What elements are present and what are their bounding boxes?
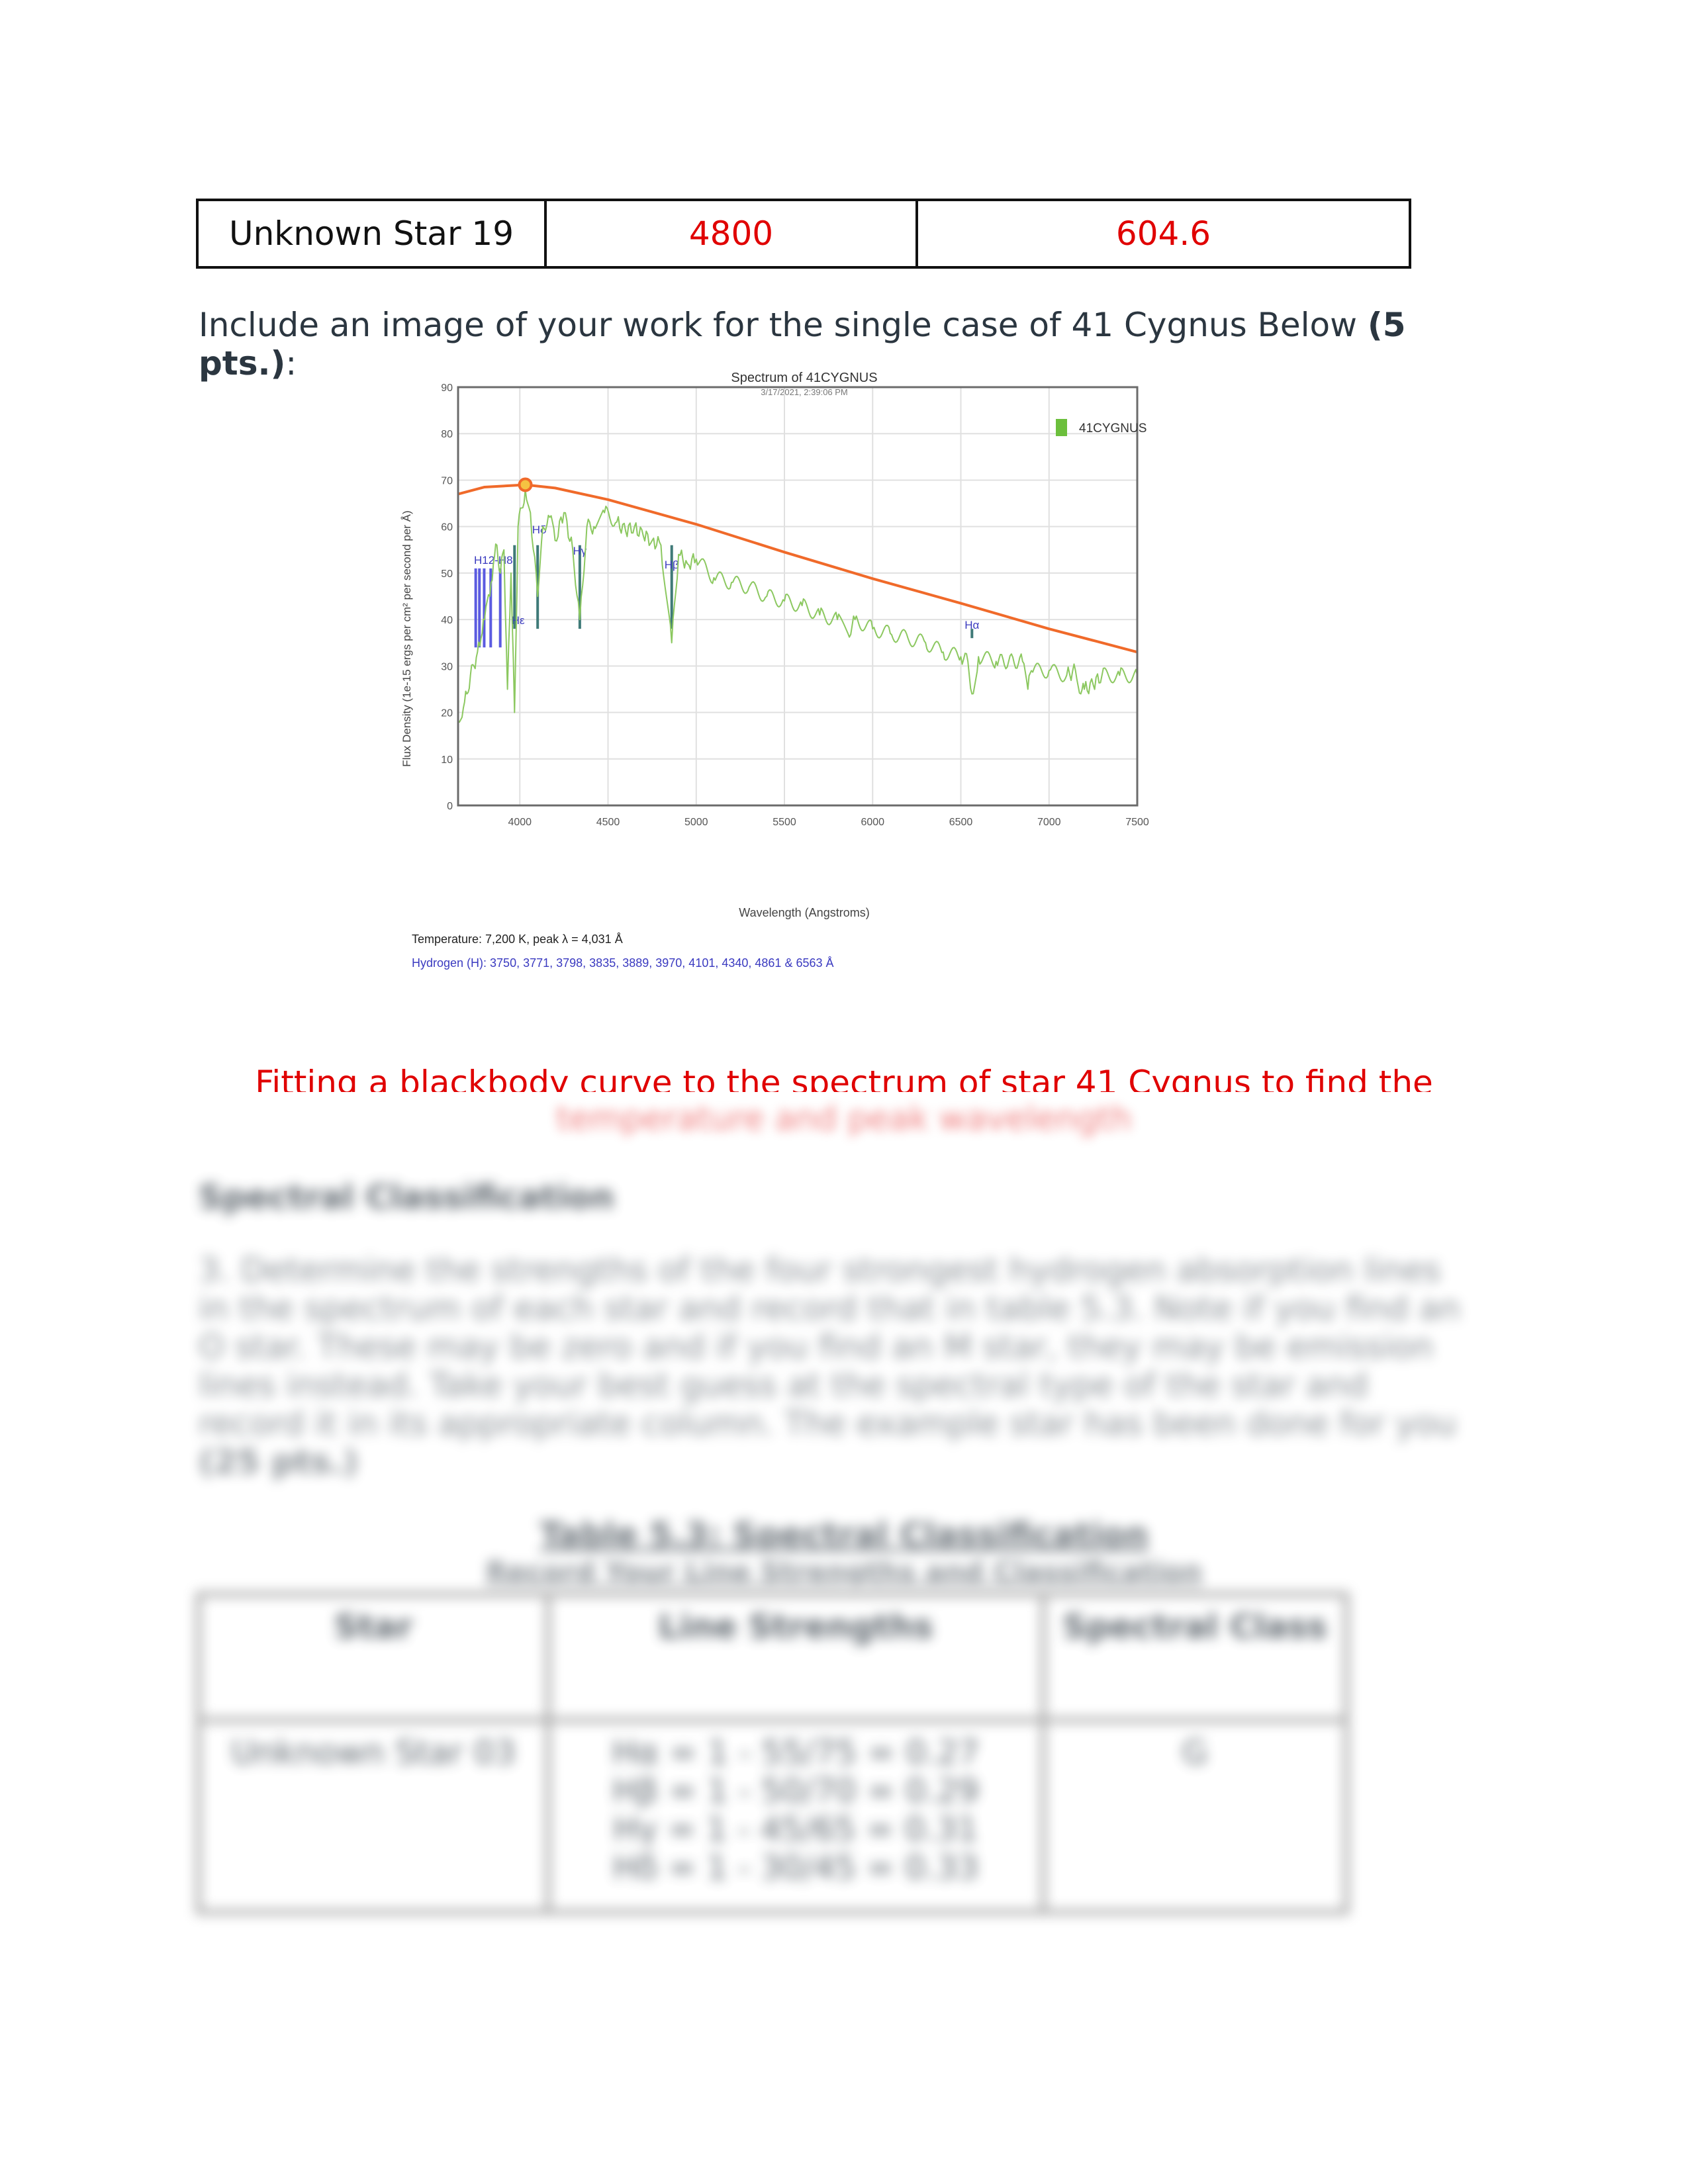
instructions-paragraph: 3. Determine the strengths of the four s… bbox=[199, 1251, 1476, 1481]
table-title: Table 5.3: Spectral Classification bbox=[539, 1516, 1149, 1554]
plot-frame bbox=[457, 386, 1139, 807]
table-header-row: Star Line Strengths Spectral Class bbox=[196, 1592, 1349, 1723]
spectrum-chart-image: Spectrum of 41CYGNUS 3/17/2021, 2:39:06 … bbox=[384, 367, 1218, 983]
figure-caption-line-1: Fitting a blackbody curve to the spectru… bbox=[255, 1064, 1433, 1092]
chart-title: Spectrum of 41CYGNUS bbox=[731, 371, 877, 385]
table-row: Unknown Star 03 Hα = 1 - 55/75 = 0.27 Hβ… bbox=[196, 1717, 1349, 1915]
instruction-body: Include an image of your work for the si… bbox=[199, 306, 1368, 344]
y-tick-label: 0 bbox=[447, 801, 453, 812]
spectral-classification-table: Star Line Strengths Spectral Class Unkno… bbox=[196, 1592, 1349, 1915]
x-tick-label: 7000 bbox=[1037, 817, 1061, 828]
line-strength-alpha: Hα = 1 - 55/75 = 0.27 bbox=[612, 1733, 980, 1772]
legend-label-41cygnus: 41CYGNUS bbox=[1079, 422, 1147, 435]
legend-swatch-41cygnus bbox=[1056, 419, 1067, 436]
hydrogen-line-label: Hα bbox=[964, 619, 979, 631]
x-tick-label: 7500 bbox=[1125, 817, 1149, 828]
x-tick-label: 5000 bbox=[684, 817, 708, 828]
spectrum-line bbox=[457, 488, 1138, 723]
results-table-row: Unknown Star 19 4800 604.6 bbox=[196, 199, 1411, 269]
header-star: Star bbox=[196, 1592, 551, 1723]
x-tick-label: 6000 bbox=[861, 817, 884, 828]
cell-star: Unknown Star 03 bbox=[196, 1717, 551, 1915]
figure-caption-line-2: temperature and peak wavelength bbox=[556, 1099, 1132, 1138]
y-axis-label: Flux Density (1e-15 ergs per cm² per sec… bbox=[400, 510, 413, 766]
y-tick-label: 60 bbox=[441, 522, 453, 533]
y-tick-label: 20 bbox=[441, 708, 453, 719]
hydrogen-line-label: Hβ bbox=[665, 559, 679, 571]
y-tick-label: 30 bbox=[441, 661, 453, 672]
y-tick-label: 50 bbox=[441, 569, 453, 580]
x-tick-label: 4500 bbox=[596, 817, 620, 828]
x-axis-ticks: 4000 4500 5000 5500 6000 6500 7000 7500 bbox=[508, 817, 1149, 828]
line-strength-delta: Hδ = 1 - 30/45 = 0.33 bbox=[612, 1848, 979, 1887]
temperature-readout: Temperature: 7,200 K, peak λ = 4,031 Å bbox=[412, 933, 623, 946]
spectrum-chart: Spectrum of 41CYGNUS 3/17/2021, 2:39:06 … bbox=[400, 371, 1149, 970]
hydrogen-line-label: Hδ bbox=[532, 523, 547, 536]
y-tick-label: 10 bbox=[441, 754, 453, 766]
x-axis-label: Wavelength (Angstroms) bbox=[739, 906, 869, 919]
x-tick-label: 5500 bbox=[773, 817, 796, 828]
temperature-cell: 4800 bbox=[544, 199, 918, 269]
y-axis-ticks: 0 10 20 30 40 50 60 70 80 90 bbox=[441, 383, 453, 812]
chart-subtitle: 3/17/2021, 2:39:06 PM bbox=[761, 387, 848, 397]
table-subtitle: Record Your Line Strengths and Classific… bbox=[485, 1555, 1203, 1588]
star-name-cell: Unknown Star 19 bbox=[196, 199, 547, 269]
paragraph-points: (25 pts.) bbox=[199, 1443, 359, 1481]
x-tick-label: 6500 bbox=[949, 817, 973, 828]
chart-grid bbox=[458, 387, 1138, 806]
y-tick-label: 40 bbox=[441, 615, 453, 626]
hydrogen-lines-readout: Hydrogen (H): 3750, 3771, 3798, 3835, 38… bbox=[412, 956, 834, 970]
header-spectral-class: Spectral Class bbox=[1041, 1592, 1349, 1723]
header-line-strengths: Line Strengths bbox=[545, 1592, 1046, 1723]
y-tick-label: 90 bbox=[441, 383, 453, 394]
blackbody-curve bbox=[457, 483, 1138, 654]
chart-series bbox=[457, 477, 1138, 723]
cell-line-strengths: Hα = 1 - 55/75 = 0.27 Hβ = 1 - 50/70 = 0… bbox=[545, 1717, 1046, 1915]
cell-spectral-class: G bbox=[1041, 1717, 1349, 1915]
peak-marker bbox=[518, 477, 533, 492]
x-tick-label: 4000 bbox=[508, 817, 532, 828]
section-heading: Spectral Classification bbox=[199, 1178, 614, 1216]
line-strength-gamma: Hγ = 1 - 45/65 = 0.31 bbox=[613, 1810, 978, 1848]
y-tick-label: 70 bbox=[441, 475, 453, 486]
y-tick-label: 80 bbox=[441, 429, 453, 440]
peak-wavelength-cell: 604.6 bbox=[915, 199, 1411, 269]
line-strength-beta: Hβ = 1 - 50/70 = 0.29 bbox=[612, 1772, 979, 1810]
instruction-suffix: : bbox=[285, 344, 297, 383]
hydrogen-line-label: Hε bbox=[512, 614, 525, 627]
paragraph-body: 3. Determine the strengths of the four s… bbox=[199, 1251, 1461, 1443]
